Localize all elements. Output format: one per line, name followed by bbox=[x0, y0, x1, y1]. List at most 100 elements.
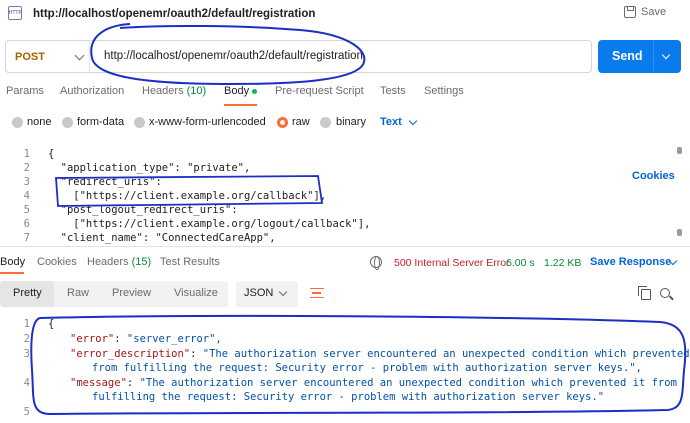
tab-response-headers-label: Headers bbox=[87, 256, 129, 268]
json-key: "error" bbox=[70, 333, 115, 345]
line-number: 4 bbox=[23, 377, 30, 389]
active-tab-underline bbox=[0, 272, 24, 274]
save-button[interactable]: Save bbox=[624, 6, 666, 18]
request-bar: POST http://localhost/openemr/oauth2/def… bbox=[5, 40, 592, 73]
body-indicator-dot bbox=[252, 88, 258, 94]
save-label: Save bbox=[641, 6, 667, 18]
request-body-editor[interactable]: 1 { 2 "application_type": "private", 3 "… bbox=[0, 145, 690, 245]
tab-headers[interactable]: Headers (10) bbox=[142, 85, 206, 97]
body-type-selector: none form-data x-www-form-urlencoded raw… bbox=[0, 115, 690, 131]
line-number: 4 bbox=[23, 190, 30, 202]
headers-count: (10) bbox=[186, 85, 207, 97]
code-line: "message": "The authorization server enc… bbox=[70, 377, 677, 389]
code-line: { bbox=[48, 148, 55, 160]
copy-icon[interactable] bbox=[638, 286, 651, 300]
code-line: "redirect_uris": bbox=[48, 176, 162, 188]
wrap-icon bbox=[310, 288, 324, 298]
response-tabs: Body Cookies Headers (15) Test Results bbox=[0, 256, 690, 272]
radio-binary-label: binary bbox=[336, 116, 366, 128]
json-value: "server_error", bbox=[126, 333, 222, 345]
tab-authorization[interactable]: Authorization bbox=[60, 85, 124, 97]
send-label: Send bbox=[612, 49, 643, 63]
line-number: 6 bbox=[23, 218, 30, 230]
radio-none[interactable] bbox=[12, 117, 23, 128]
radio-raw-label: raw bbox=[292, 116, 310, 128]
response-headers-count: (15) bbox=[131, 256, 152, 268]
json-value: "The authorization server encountered an… bbox=[202, 348, 690, 360]
code-line: "post_logout_redirect_uris": bbox=[48, 204, 238, 216]
code-line: ["https://client.example.org/logout/call… bbox=[48, 218, 371, 230]
search-icon[interactable] bbox=[660, 288, 670, 298]
save-response-button[interactable]: Save Response bbox=[590, 256, 671, 268]
tab-settings[interactable]: Settings bbox=[424, 85, 464, 97]
line-number: 2 bbox=[23, 162, 30, 174]
title-bar: HTTP http://localhost/openemr/oauth2/def… bbox=[0, 0, 690, 30]
response-body-viewer[interactable]: 1 { 2 "error": "server_error", 3 "error_… bbox=[0, 315, 690, 423]
method-label: POST bbox=[15, 50, 45, 63]
view-preview[interactable]: Preview bbox=[112, 287, 151, 299]
wrap-lines-button[interactable] bbox=[304, 281, 330, 307]
view-visualize[interactable]: Visualize bbox=[174, 287, 218, 299]
tab-tests[interactable]: Tests bbox=[380, 85, 406, 97]
view-raw[interactable]: Raw bbox=[67, 287, 89, 299]
line-number: 5 bbox=[23, 406, 30, 418]
tab-response-cookies[interactable]: Cookies bbox=[37, 256, 77, 268]
request-tabs: Params Authorization Headers (10) Body P… bbox=[0, 85, 690, 182]
url-input[interactable]: http://localhost/openemr/oauth2/default/… bbox=[104, 50, 363, 62]
code-line-wrap: fulfilling the request: Security error -… bbox=[92, 391, 605, 403]
scrollbar-thumb[interactable] bbox=[677, 229, 682, 236]
tab-response-body[interactable]: Body bbox=[0, 256, 25, 268]
code-line: "client_name": "ConnectedCareApp", bbox=[48, 232, 276, 244]
line-number: 2 bbox=[23, 333, 30, 345]
chevron-down-icon[interactable] bbox=[661, 50, 671, 60]
view-pretty[interactable]: Pretty bbox=[13, 287, 42, 299]
tab-body[interactable]: Body bbox=[224, 85, 258, 97]
format-select[interactable]: Text bbox=[380, 116, 402, 128]
tab-headers-label: Headers bbox=[142, 85, 184, 97]
line-number: 3 bbox=[23, 348, 30, 360]
tab-response-headers[interactable]: Headers (15) bbox=[87, 256, 151, 268]
radio-form-data[interactable] bbox=[62, 117, 73, 128]
json-value: "The authorization server encountered an… bbox=[139, 377, 677, 389]
chevron-down-icon[interactable] bbox=[408, 116, 418, 126]
radio-urlencoded[interactable] bbox=[134, 117, 145, 128]
response-size[interactable]: 1.22 KB bbox=[544, 257, 581, 269]
line-number: 1 bbox=[23, 318, 30, 330]
line-number: 3 bbox=[23, 176, 30, 188]
code-line: "error": "server_error", bbox=[70, 333, 222, 345]
code-line: "application_type": "private", bbox=[48, 162, 251, 174]
radio-raw[interactable] bbox=[277, 117, 288, 128]
code-line-wrap: from fulfilling the request: Security er… bbox=[92, 362, 642, 374]
tab-test-results[interactable]: Test Results bbox=[160, 256, 220, 268]
view-mode-group: Pretty Raw Preview Visualize bbox=[0, 281, 228, 307]
code-line: { bbox=[48, 318, 55, 330]
line-number: 5 bbox=[23, 204, 30, 216]
status-code[interactable]: 500 Internal Server Error bbox=[394, 257, 510, 269]
radio-urlencoded-label: x-www-form-urlencoded bbox=[149, 116, 266, 128]
save-icon bbox=[624, 6, 636, 18]
json-key: "error_description" bbox=[70, 348, 191, 360]
send-button[interactable]: Send bbox=[598, 40, 681, 73]
code-line: "error_description": "The authorization … bbox=[70, 348, 690, 360]
send-divider bbox=[653, 40, 654, 73]
response-format-label: JSON bbox=[244, 287, 274, 299]
response-format-select[interactable]: JSON bbox=[236, 281, 298, 307]
line-number: 1 bbox=[23, 148, 30, 160]
radio-none-label: none bbox=[27, 116, 52, 128]
globe-icon[interactable] bbox=[370, 256, 382, 270]
line-number: 7 bbox=[23, 232, 30, 244]
code-line: ["https://client.example.org/callback"], bbox=[48, 190, 327, 202]
chevron-down-icon bbox=[278, 287, 288, 297]
request-title[interactable]: http://localhost/openemr/oauth2/default/… bbox=[33, 8, 315, 20]
response-time[interactable]: 6.00 s bbox=[506, 257, 535, 269]
tab-prerequest-script[interactable]: Pre-request Script bbox=[275, 85, 364, 97]
active-tab-underline bbox=[224, 104, 257, 106]
radio-form-data-label: form-data bbox=[77, 116, 125, 128]
scrollbar-thumb[interactable] bbox=[677, 147, 682, 154]
tab-body-label: Body bbox=[224, 85, 250, 97]
radio-binary[interactable] bbox=[320, 117, 331, 128]
json-key: "message" bbox=[70, 377, 127, 389]
tab-params[interactable]: Params bbox=[6, 85, 44, 97]
response-view-bar: Pretty Raw Preview Visualize JSON bbox=[0, 281, 690, 307]
pane-divider[interactable] bbox=[0, 246, 690, 247]
